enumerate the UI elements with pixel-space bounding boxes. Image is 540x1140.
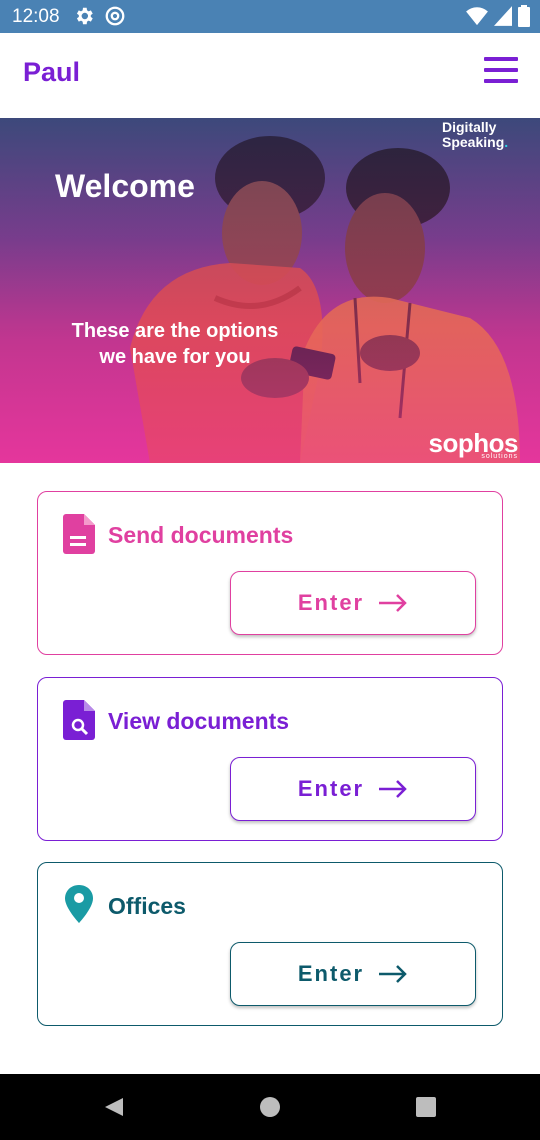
document-icon <box>63 514 95 554</box>
battery-icon <box>518 5 530 27</box>
document-search-icon <box>63 700 95 740</box>
send-documents-card: Send documents Enter <box>37 491 503 655</box>
options-line-2: we have for you <box>99 346 251 368</box>
card-title: Send documents <box>108 522 294 548</box>
signal-icon <box>494 6 512 26</box>
hero-banner: Welcome These are the options we have fo… <box>0 118 540 463</box>
brand-top-line-2: Speaking <box>442 134 505 150</box>
arrow-right-icon <box>379 780 407 798</box>
arrow-right-icon <box>379 965 407 983</box>
at-sign-icon <box>105 6 125 26</box>
brand-top-line-1: Digitally <box>442 119 497 135</box>
send-documents-enter-button[interactable]: Enter <box>230 571 476 635</box>
status-bar: 12:08 <box>0 0 540 33</box>
button-label: Enter <box>297 961 365 986</box>
back-icon[interactable] <box>103 1096 125 1118</box>
view-documents-enter-button[interactable]: Enter <box>230 757 476 821</box>
card-title: Offices <box>108 893 186 919</box>
home-icon[interactable] <box>259 1096 281 1118</box>
options-line-1: These are the options <box>71 320 279 342</box>
button-label: Enter <box>297 590 365 615</box>
arrow-right-icon <box>379 594 407 612</box>
sophos-logo-subtitle: solutions <box>481 453 518 460</box>
welcome-heading: Welcome <box>55 168 195 204</box>
location-pin-icon <box>65 885 93 923</box>
options-subtitle: These are the options we have for you <box>50 318 300 370</box>
offices-card: Offices Enter <box>37 862 503 1026</box>
button-label: Enter <box>297 776 365 801</box>
recents-icon[interactable] <box>415 1096 437 1118</box>
view-documents-card: View documents Enter <box>37 677 503 841</box>
hamburger-menu-icon[interactable] <box>484 57 518 83</box>
system-navigation-bar <box>0 1074 540 1140</box>
app-header: Paul <box>0 33 540 118</box>
digitally-speaking-logo: Digitally Speaking. <box>442 120 522 150</box>
status-time: 12:08 <box>12 6 60 27</box>
card-title: View documents <box>108 708 290 734</box>
wifi-icon <box>466 7 488 26</box>
gear-icon <box>76 7 93 25</box>
offices-enter-button[interactable]: Enter <box>230 942 476 1006</box>
status-right-icons <box>466 5 530 27</box>
user-name: Paul <box>23 57 81 87</box>
